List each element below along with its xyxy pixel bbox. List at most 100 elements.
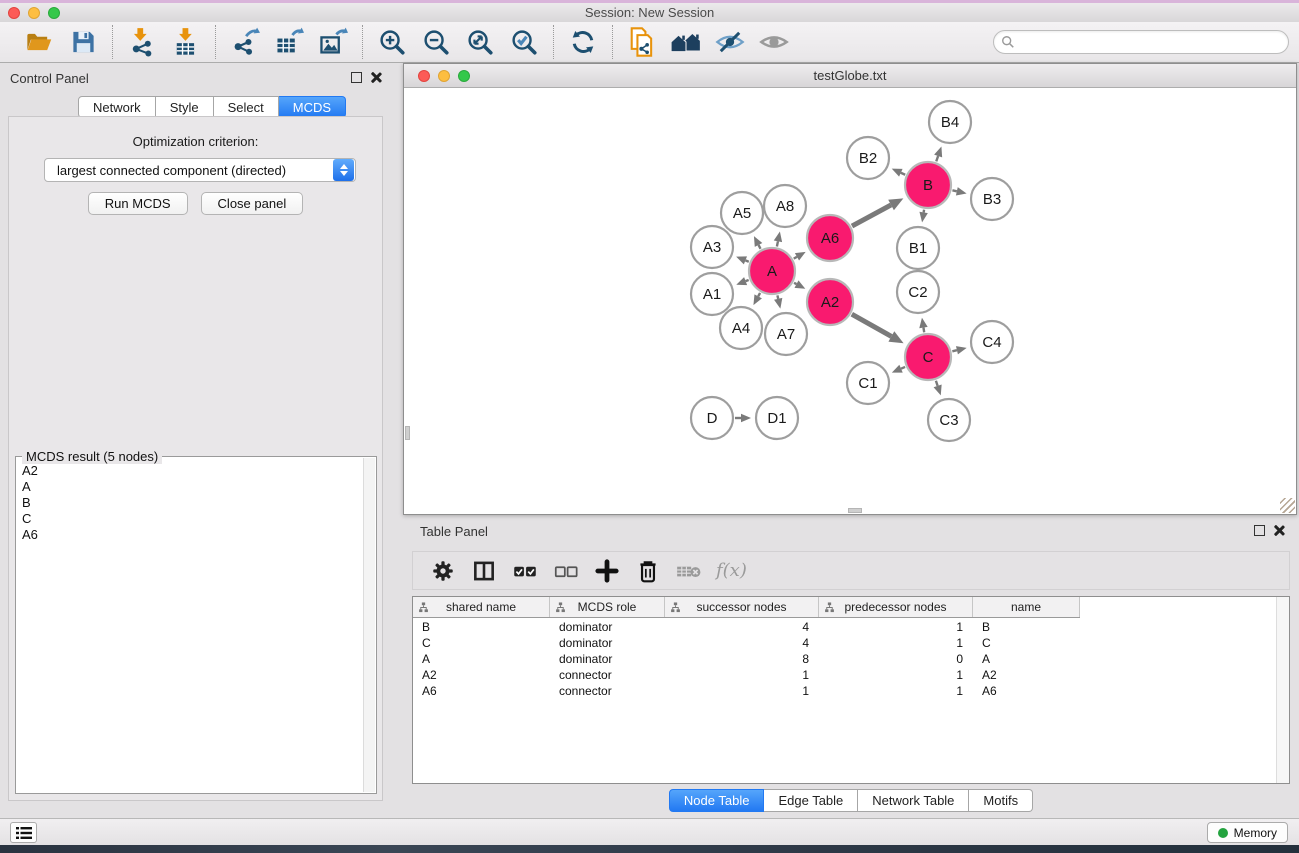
node-table-body: Bdominator41BCdominator41CAdominator80AA… xyxy=(413,619,1276,783)
network-node-A5[interactable]: A5 xyxy=(721,192,763,234)
network-node-B[interactable]: B xyxy=(905,162,951,208)
edge-arrowhead xyxy=(919,318,927,329)
edge-arrowhead xyxy=(774,298,782,309)
export-image-button[interactable] xyxy=(314,25,352,59)
network-node-C3[interactable]: C3 xyxy=(928,399,970,441)
zoom-selected-button[interactable] xyxy=(505,25,543,59)
hide-graphics-button[interactable] xyxy=(711,25,749,59)
result-item[interactable]: A2 xyxy=(18,463,362,479)
table-cell: 1 xyxy=(819,620,973,634)
edge-A2-C xyxy=(852,314,892,336)
result-item[interactable]: A xyxy=(18,479,362,495)
table-scrollbar[interactable] xyxy=(1276,597,1289,783)
workspace: Control Panel NetworkStyleSelectMCDS Opt… xyxy=(0,63,1299,818)
tab-network-table[interactable]: Network Table xyxy=(858,789,969,812)
table-toolbar: f(x) xyxy=(412,551,1290,590)
column-header-MCDS-role[interactable]: MCDS role xyxy=(550,597,665,617)
result-item[interactable]: A6 xyxy=(18,527,362,543)
control-panel-tabs: NetworkStyleSelectMCDS xyxy=(78,96,346,118)
network-canvas[interactable]: A A1 A2 A3 A4 A5 A6 A7 A8 B B1 B2 B3B4 C C1 C2 C3C4 D D1 xyxy=(404,89,1296,514)
network-node-B3[interactable]: B3 xyxy=(971,178,1013,220)
table-row[interactable]: Cdominator41C xyxy=(413,635,1276,651)
network-node-D[interactable]: D xyxy=(691,397,733,439)
svg-text:D: D xyxy=(707,410,718,427)
select-all-button[interactable] xyxy=(507,555,543,587)
network-node-A7[interactable]: A7 xyxy=(765,313,807,355)
network-node-D1[interactable]: D1 xyxy=(756,397,798,439)
network-node-B1[interactable]: B1 xyxy=(897,227,939,269)
tab-motifs[interactable]: Motifs xyxy=(969,789,1033,812)
network-node-A8[interactable]: A8 xyxy=(764,185,806,227)
svg-text:A3: A3 xyxy=(703,239,721,256)
float-table-panel-icon[interactable] xyxy=(1254,525,1265,536)
table-row[interactable]: A2connector11A2 xyxy=(413,667,1276,683)
close-panel-icon[interactable] xyxy=(370,71,382,83)
result-item[interactable]: B xyxy=(18,495,362,511)
zoom-selected-icon xyxy=(510,28,539,57)
tab-mcds[interactable]: MCDS xyxy=(279,96,346,118)
criterion-dropdown[interactable]: largest connected component (directed) xyxy=(44,158,356,182)
column-header-shared-name[interactable]: shared name xyxy=(413,597,550,617)
canvas-left-scrollnub[interactable] xyxy=(405,426,410,440)
add-row-button[interactable] xyxy=(589,555,625,587)
run-mcds-button[interactable]: Run MCDS xyxy=(88,192,188,215)
network-node-B2[interactable]: B2 xyxy=(847,137,889,179)
refresh-view-button[interactable] xyxy=(564,25,602,59)
save-session-button[interactable] xyxy=(64,25,102,59)
tab-select[interactable]: Select xyxy=(214,96,279,118)
export-network-button[interactable] xyxy=(226,25,264,59)
table-row[interactable]: A6connector11A6 xyxy=(413,683,1276,699)
column-header-successor-nodes[interactable]: successor nodes xyxy=(665,597,819,617)
network-node-C2[interactable]: C2 xyxy=(897,271,939,313)
show-graphics-button[interactable] xyxy=(755,25,793,59)
canvas-bottom-scrollnub[interactable] xyxy=(848,508,862,513)
network-node-C[interactable]: C xyxy=(905,334,951,380)
search-input[interactable] xyxy=(1015,32,1288,52)
open-legacy-button[interactable] xyxy=(667,25,705,59)
svg-text:B1: B1 xyxy=(909,240,927,257)
float-panel-icon[interactable] xyxy=(351,72,362,83)
deselect-all-button[interactable] xyxy=(548,555,584,587)
clone-network-button[interactable] xyxy=(623,25,661,59)
close-table-panel-icon[interactable] xyxy=(1273,524,1285,536)
result-scrollbar[interactable] xyxy=(363,458,375,792)
criterion-selected-value: largest connected component (directed) xyxy=(45,163,333,178)
network-node-A6[interactable]: A6 xyxy=(807,215,853,261)
zoom-fit-button[interactable] xyxy=(461,25,499,59)
deselect-all-icon xyxy=(552,559,580,583)
window-resize-grip[interactable] xyxy=(1280,498,1295,513)
network-node-A4[interactable]: A4 xyxy=(720,307,762,349)
network-node-C4[interactable]: C4 xyxy=(971,321,1013,363)
tab-node-table[interactable]: Node Table xyxy=(669,789,765,812)
table-cell: B xyxy=(973,620,1080,634)
column-header-predecessor-nodes[interactable]: predecessor nodes xyxy=(819,597,973,617)
network-node-A2[interactable]: A2 xyxy=(807,279,853,325)
network-node-A1[interactable]: A1 xyxy=(691,273,733,315)
tab-network[interactable]: Network xyxy=(78,96,156,118)
task-history-button[interactable] xyxy=(10,822,37,843)
tab-style[interactable]: Style xyxy=(156,96,214,118)
tab-edge-table[interactable]: Edge Table xyxy=(764,789,858,812)
delete-row-button[interactable] xyxy=(630,555,666,587)
search-field[interactable] xyxy=(993,30,1289,54)
close-panel-button[interactable]: Close panel xyxy=(201,192,304,215)
table-row[interactable]: Bdominator41B xyxy=(413,619,1276,635)
zoom-in-button[interactable] xyxy=(373,25,411,59)
network-node-B4[interactable]: B4 xyxy=(929,101,971,143)
import-network-button[interactable] xyxy=(123,25,161,59)
table-row[interactable]: Adominator80A xyxy=(413,651,1276,667)
edge-arrowhead xyxy=(774,231,782,242)
result-item[interactable]: C xyxy=(18,511,362,527)
zoom-out-button[interactable] xyxy=(417,25,455,59)
network-node-A[interactable]: A xyxy=(749,248,795,294)
network-window-titlebar[interactable]: testGlobe.txt xyxy=(404,64,1296,88)
open-session-button[interactable] xyxy=(20,25,58,59)
column-header-name[interactable]: name xyxy=(973,597,1080,617)
network-node-A3[interactable]: A3 xyxy=(691,226,733,268)
import-table-button[interactable] xyxy=(167,25,205,59)
network-node-C1[interactable]: C1 xyxy=(847,362,889,404)
export-table-button[interactable] xyxy=(270,25,308,59)
memory-button[interactable]: Memory xyxy=(1207,822,1288,843)
table-settings-button[interactable] xyxy=(425,555,461,587)
show-columns-button[interactable] xyxy=(466,555,502,587)
